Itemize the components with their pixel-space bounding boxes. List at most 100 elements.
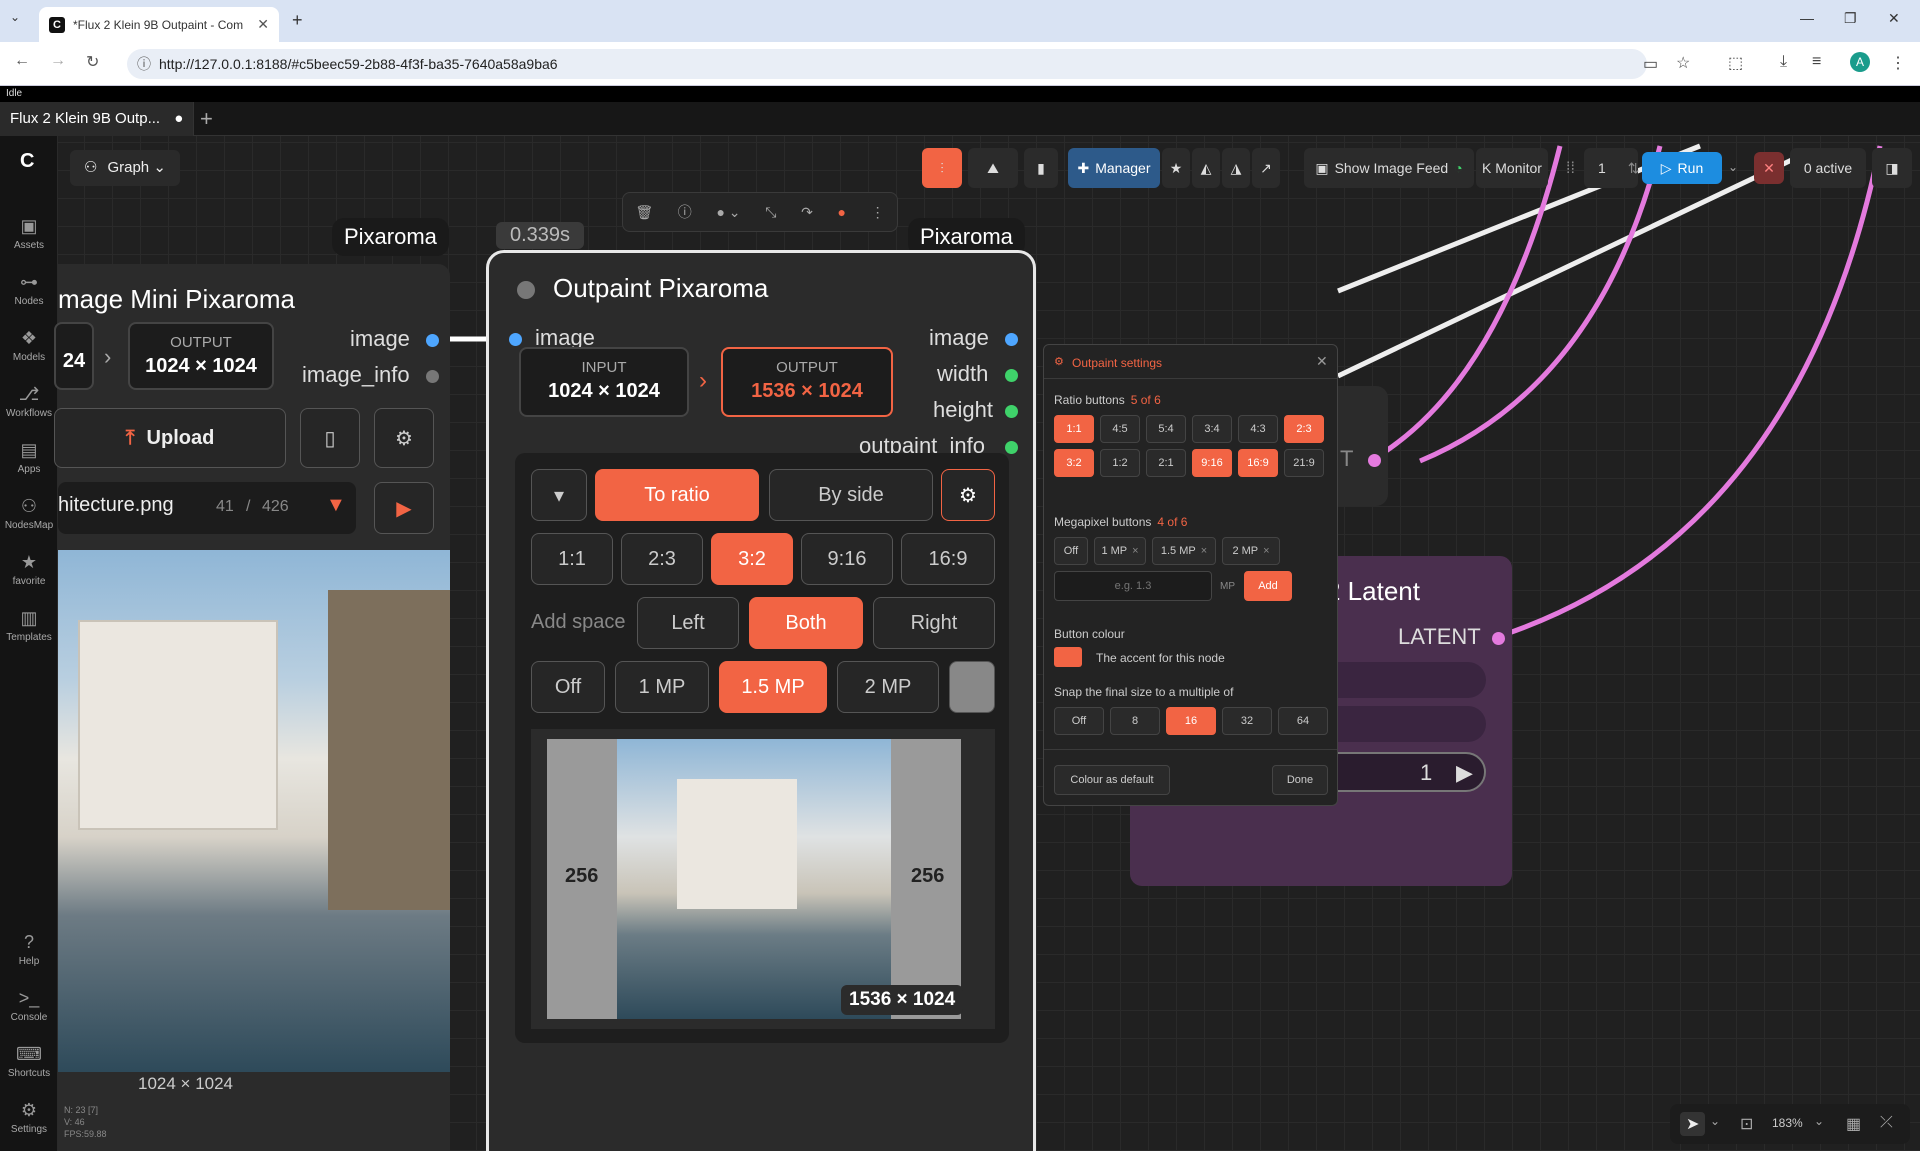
- comfy-logo[interactable]: C: [20, 150, 34, 173]
- mp-add-button[interactable]: Add: [1244, 571, 1292, 601]
- load-port-image-dot[interactable]: [426, 334, 439, 347]
- ratio-toggle-21-9[interactable]: 21:9: [1284, 449, 1324, 477]
- ratio-2-3-button[interactable]: 2:3: [621, 533, 703, 585]
- mode-by-side-button[interactable]: By side: [769, 469, 933, 521]
- ratio-1-1-button[interactable]: 1:1: [531, 533, 613, 585]
- toolbar-bookmark[interactable]: ▮: [1024, 148, 1058, 188]
- trash-icon[interactable]: 🗑: [635, 204, 653, 221]
- ratio-toggle-2-3[interactable]: 2:3: [1284, 415, 1324, 443]
- mp-off-button[interactable]: Off: [531, 661, 605, 713]
- mp-1-5-button[interactable]: 1.5 MP: [719, 661, 827, 713]
- side-right-button[interactable]: Right: [873, 597, 995, 649]
- ratio-toggle-4-5[interactable]: 4:5: [1100, 415, 1140, 443]
- colour-as-default-button[interactable]: Colour as default: [1054, 765, 1170, 795]
- browser-tab[interactable]: C *Flux 2 Klein 9B Outpaint - Com ✕: [39, 7, 279, 42]
- side-left-button[interactable]: Left: [637, 597, 739, 649]
- stepper-icon[interactable]: ⇅: [1628, 160, 1640, 177]
- out-dot-image[interactable]: [1005, 333, 1018, 346]
- mp-chip-1-5[interactable]: 1.5 MP ×: [1152, 537, 1216, 565]
- upload-button[interactable]: ⤒ Upload: [54, 408, 286, 468]
- collapse-icon[interactable]: ⤡: [765, 204, 776, 221]
- toolbar-share[interactable]: ↗: [1252, 148, 1280, 188]
- sidebar-item-templates[interactable]: ▥ Templates: [0, 608, 58, 643]
- graph-selector[interactable]: ⚇ Graph ⌄: [70, 150, 180, 186]
- more-icon[interactable]: ⋮: [871, 204, 885, 221]
- done-button[interactable]: Done: [1272, 765, 1328, 795]
- url-field[interactable]: ⓘ http://127.0.0.1:8188/#c5beec59-2b88-4…: [127, 49, 1647, 79]
- custom-mp-swatch[interactable]: [949, 661, 995, 713]
- info-icon[interactable]: ⓘ: [678, 202, 692, 222]
- dropdown-triangle-icon[interactable]: ▼: [326, 494, 346, 517]
- load-settings-button[interactable]: ⚙: [374, 408, 434, 468]
- outpaint-input-dot[interactable]: [509, 333, 522, 346]
- ratio-toggle-3-2[interactable]: 3:2: [1054, 449, 1094, 477]
- queue-count-input[interactable]: 1 ⇅: [1584, 148, 1640, 188]
- manager-button[interactable]: ✚ Manager: [1068, 148, 1160, 188]
- sidebar-item-apps[interactable]: ▤ Apps: [0, 440, 58, 475]
- minimize-icon[interactable]: —: [1800, 10, 1814, 26]
- sidebar-item-favorite[interactable]: ★ favorite: [0, 552, 58, 587]
- out-dot-height[interactable]: [1005, 405, 1018, 418]
- ratio-toggle-1-2[interactable]: 1:2: [1100, 449, 1140, 477]
- mode-dropdown[interactable]: ▾: [531, 469, 587, 521]
- bookmark-star-icon[interactable]: ☆: [1676, 53, 1690, 73]
- snap-32-button[interactable]: 32: [1222, 707, 1272, 735]
- reading-list-icon[interactable]: ≡: [1812, 53, 1821, 71]
- run-options-icon[interactable]: ⌄: [1728, 160, 1738, 174]
- back-icon[interactable]: ←: [14, 52, 30, 70]
- toggle-panel-button[interactable]: ◨: [1872, 148, 1912, 188]
- show-image-feed-button[interactable]: ▣ Show Image Feed ◔: [1304, 148, 1474, 188]
- file-selector[interactable]: hitecture.png 41 / 426 ▼: [58, 482, 356, 534]
- active-queue-badge[interactable]: 0 active: [1790, 148, 1866, 188]
- sidebar-item-assets[interactable]: ▣ Assets: [0, 216, 58, 251]
- link-visibility-icon[interactable]: ⤫: [1880, 1114, 1893, 1132]
- ratio-toggle-2-1[interactable]: 2:1: [1146, 449, 1186, 477]
- toolbar-star[interactable]: ★: [1162, 148, 1190, 188]
- remove-chip-icon[interactable]: ×: [1263, 545, 1269, 557]
- minimap-icon[interactable]: ▦: [1846, 1114, 1861, 1134]
- zoom-level[interactable]: 183%: [1772, 1116, 1803, 1130]
- side-both-button[interactable]: Both: [749, 597, 863, 649]
- load-port-info-dot[interactable]: [426, 370, 439, 383]
- mp-2-button[interactable]: 2 MP: [837, 661, 939, 713]
- bypass-icon[interactable]: ↷: [801, 204, 813, 221]
- mp-chip-2[interactable]: 2 MP ×: [1222, 537, 1280, 565]
- toolbar-tool-3[interactable]: ◭: [1192, 148, 1220, 188]
- mp-custom-input[interactable]: [1054, 571, 1212, 601]
- sidebar-item-workflows[interactable]: ⎇ Workflows: [0, 384, 58, 419]
- latent-output-dot[interactable]: [1492, 632, 1505, 645]
- ratio-toggle-1-1[interactable]: 1:1: [1054, 415, 1094, 443]
- close-window-icon[interactable]: ✕: [1888, 10, 1900, 27]
- profile-avatar[interactable]: A: [1850, 52, 1870, 72]
- accent-swatch[interactable]: [1054, 647, 1082, 667]
- reload-icon[interactable]: ↻: [86, 52, 99, 72]
- close-settings-icon[interactable]: ✕: [1316, 353, 1328, 370]
- sidebar-item-console[interactable]: >_ Console: [0, 988, 58, 1023]
- ratio-toggle-3-4[interactable]: 3:4: [1192, 415, 1232, 443]
- out-dot-width[interactable]: [1005, 369, 1018, 382]
- help-badge-icon[interactable]: ●: [837, 204, 845, 220]
- monitor-button[interactable]: K Monitor: [1476, 148, 1548, 188]
- snap-64-button[interactable]: 64: [1278, 707, 1328, 735]
- mp-chip-1[interactable]: 1 MP ×: [1094, 537, 1146, 565]
- extensions-icon[interactable]: ⬚: [1728, 53, 1743, 73]
- install-app-icon[interactable]: ▭: [1643, 54, 1658, 74]
- sidebar-item-help[interactable]: ? Help: [0, 932, 58, 967]
- select-tool-icon[interactable]: ➤: [1680, 1112, 1706, 1136]
- sidebar-item-models[interactable]: ❖ Models: [0, 328, 58, 363]
- clipboard-button[interactable]: ▯: [300, 408, 360, 468]
- downloads-icon[interactable]: ⤓: [1780, 53, 1787, 71]
- ratio-toggle-5-4[interactable]: 5:4: [1146, 415, 1186, 443]
- ratio-toggle-16-9[interactable]: 16:9: [1238, 449, 1278, 477]
- ratio-16-9-button[interactable]: 16:9: [901, 533, 995, 585]
- color-circle-icon[interactable]: ● ⌄: [716, 204, 740, 221]
- sidebar-item-nodesmap[interactable]: ⚇ NodesMap: [0, 496, 58, 531]
- cancel-run-button[interactable]: ✕: [1754, 152, 1784, 184]
- toolbar-tool-4[interactable]: ◮: [1222, 148, 1250, 188]
- toolbar-tool-1[interactable]: ⫶: [922, 148, 962, 188]
- next-file-button[interactable]: ▶: [374, 482, 434, 534]
- outpaint-settings-button[interactable]: ⚙: [941, 469, 995, 521]
- drag-handle-icon[interactable]: ⁞⁞: [1566, 160, 1575, 178]
- mp-chip-off[interactable]: Off: [1054, 537, 1088, 565]
- increment-icon[interactable]: ▶: [1456, 760, 1473, 786]
